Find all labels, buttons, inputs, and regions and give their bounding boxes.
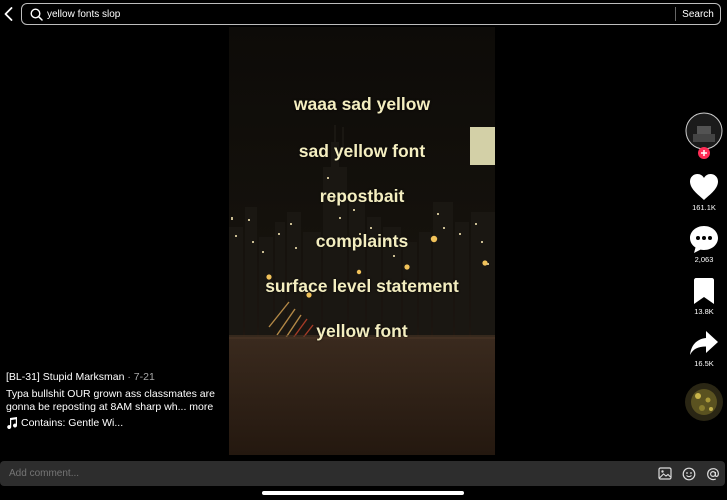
music-note-icon [7,417,18,429]
comment-bubble-icon [690,226,718,253]
search-input[interactable] [47,8,675,20]
overlay-text-line: sad yellow font [298,141,426,161]
image-icon[interactable] [653,462,677,486]
emoji-icon[interactable] [677,462,701,486]
mention-icon[interactable] [701,462,725,486]
overlay-text-line: yellow font [316,321,408,341]
search-icon [25,4,47,24]
video-player[interactable]: waaa sad yellow sad yellow font repostba… [229,27,495,455]
avatar[interactable] [685,112,723,160]
heart-icon [690,174,718,200]
overlay-text-line: waaa sad yellow [293,94,431,114]
save-count: 13.8K [694,307,714,316]
search-button[interactable]: Search [676,9,720,20]
post-author-line[interactable]: [BL-31] Stupid Marksman · 7-21 [6,371,155,383]
home-indicator [262,491,464,495]
comment-bar[interactable] [0,461,725,486]
chevron-left-icon [4,7,12,21]
more-link[interactable]: more [189,401,213,413]
post-caption: Typa bullshit OUR grown ass classmates a… [6,388,228,414]
sound-disc-button[interactable] [683,380,725,424]
sound-title: Contains: Gentle Wi... [21,417,124,429]
bookmark-icon [694,278,714,304]
like-count: 161.1K [692,203,716,212]
creator-avatar-group[interactable] [683,112,725,160]
search-bar[interactable]: Search [21,3,721,25]
share-arrow-icon [690,331,718,355]
post-date: · 7-21 [124,371,155,383]
save-button[interactable]: 13.8K [683,276,725,316]
caption-text: Typa bullshit OUR grown ass classmates a… [6,388,215,413]
comment-input[interactable] [0,468,653,479]
back-button[interactable] [0,4,16,24]
music-disc-icon [685,383,723,421]
author-name[interactable]: [BL-31] Stupid Marksman [6,371,124,383]
comment-count: 2,063 [694,255,714,264]
share-count: 16.5K [694,359,714,368]
like-button[interactable]: 161.1K [683,172,725,212]
overlay-text-line: surface level statement [265,276,459,296]
share-button[interactable]: 16.5K [683,328,725,368]
overlay-text-line: repostbait [319,186,405,206]
sound-info[interactable]: Contains: Gentle Wi... [6,417,123,429]
comment-button[interactable]: 2,063 [683,224,725,264]
overlay-text-line: complaints [315,231,409,251]
